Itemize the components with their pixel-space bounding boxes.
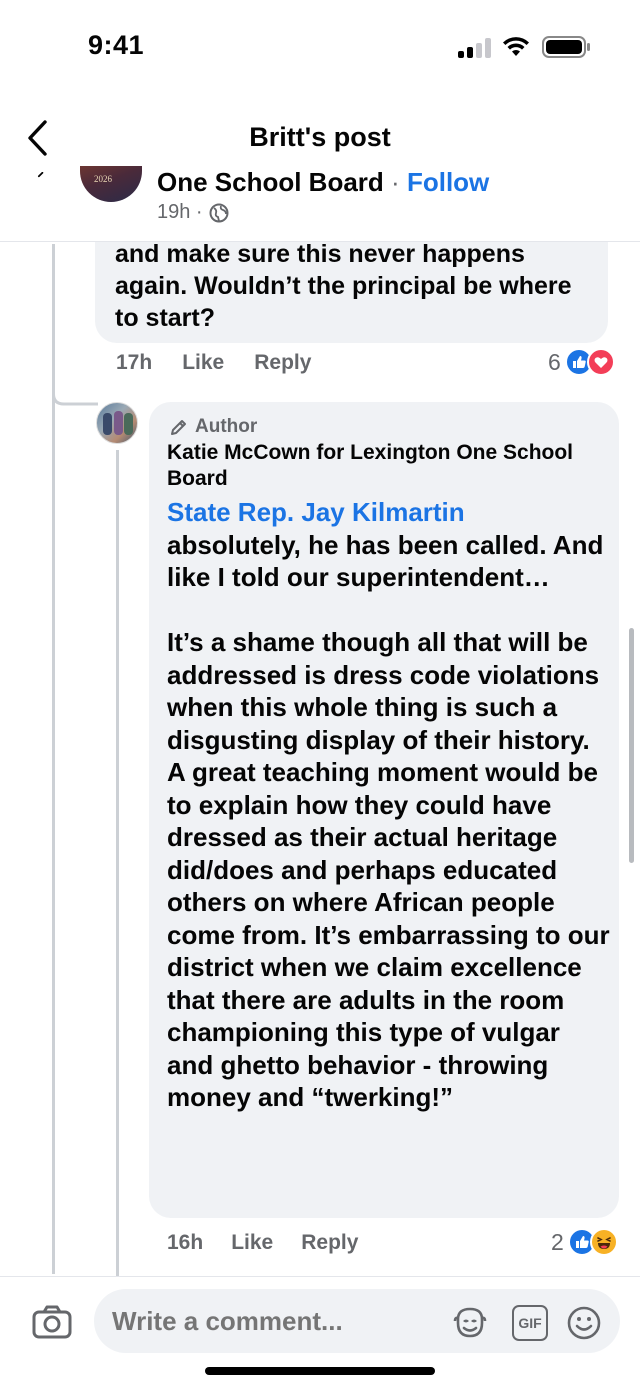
page-avatar[interactable]: 2026 xyxy=(80,166,142,202)
follow-button[interactable]: Follow xyxy=(407,167,489,197)
comment-text: and make sure this never happens again. … xyxy=(115,240,572,332)
reply-text-block: State Rep. Jay Kilmartin absolutely, he h… xyxy=(167,496,613,1114)
emoji-icon[interactable] xyxy=(566,1305,602,1341)
comment-input[interactable] xyxy=(112,1306,452,1337)
chevron-left-icon xyxy=(37,172,44,178)
pencil-icon xyxy=(171,420,186,435)
status-time: 9:41 xyxy=(88,30,145,60)
reply-author-name[interactable]: Katie McCown for Lexington One School Bo… xyxy=(167,440,587,492)
post-timestamp: 19h · xyxy=(157,201,203,223)
battery-icon xyxy=(542,36,590,58)
globe-icon xyxy=(209,203,229,222)
post-meta: 19h · xyxy=(157,201,229,224)
gif-icon[interactable]: GIF xyxy=(512,1305,548,1341)
gif-label: GIF xyxy=(518,1315,542,1331)
thread-connector xyxy=(52,380,98,406)
home-indicator xyxy=(205,1367,435,1375)
wifi-icon xyxy=(503,37,529,56)
page-title: Britt's post xyxy=(249,122,391,152)
author-badge-label: Author xyxy=(195,416,258,437)
author-badge: Author xyxy=(169,416,257,438)
page-name-row: One School Board · Follow xyxy=(157,168,489,196)
camera-icon[interactable] xyxy=(32,1305,72,1339)
reply-like-button[interactable]: Like xyxy=(231,1231,273,1255)
page-name[interactable]: One School Board xyxy=(157,167,384,197)
avatar-year-text: 2026 xyxy=(94,174,112,184)
comment-input-container: GIF xyxy=(94,1289,620,1353)
sticky-post-header: 2026 One School Board · Follow 19h · xyxy=(0,166,640,242)
mention-link[interactable]: State Rep. Jay Kilmartin xyxy=(167,496,613,529)
status-bar: 9:41 xyxy=(0,0,640,96)
comment-actions: 17h Like Reply xyxy=(116,351,311,375)
author-avatar[interactable] xyxy=(96,402,138,444)
reply-actions: 16h Like Reply xyxy=(167,1231,358,1255)
avatar-sticker-icon[interactable] xyxy=(452,1305,488,1341)
reaction-count: 6 xyxy=(548,348,561,375)
reply-button[interactable]: Reply xyxy=(254,351,311,375)
reply-time: 16h xyxy=(167,1231,204,1254)
reply-reply-button[interactable]: Reply xyxy=(301,1231,358,1255)
love-reaction-icon xyxy=(586,348,615,376)
reply-bubble: Author Katie McCown for Lexington One Sc… xyxy=(149,402,619,1218)
cellular-signal-icon xyxy=(458,38,492,58)
reaction-summary[interactable]: 6 xyxy=(548,348,615,376)
separator-dot: · xyxy=(391,167,400,197)
reply-text: absolutely, he has been called. And like… xyxy=(167,529,610,1113)
comment-time: 17h xyxy=(116,351,153,374)
reply-reaction-summary[interactable]: 2 xyxy=(551,1228,618,1256)
scrollbar[interactable] xyxy=(629,628,634,863)
like-button[interactable]: Like xyxy=(182,351,224,375)
thread-line-reply xyxy=(116,450,119,1276)
haha-reaction-icon xyxy=(589,1228,618,1256)
reply-reaction-count: 2 xyxy=(551,1228,564,1255)
